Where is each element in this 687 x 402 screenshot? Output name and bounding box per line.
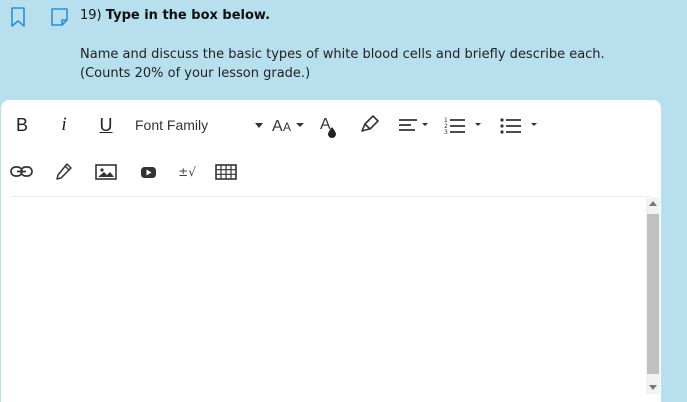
question-prompt: Name and discuss the basic types of whit… (80, 45, 670, 83)
svg-text:A: A (283, 120, 291, 134)
font-size-icon: A A (272, 118, 304, 135)
underline-button[interactable]: U (93, 112, 119, 138)
answer-textarea[interactable] (11, 200, 647, 399)
note-icon[interactable] (50, 6, 70, 28)
toolbar-divider (11, 196, 651, 197)
scrollbar[interactable] (646, 198, 660, 394)
ordered-list-icon: 1 2 3 (444, 117, 481, 136)
svg-text:A: A (272, 118, 283, 135)
align-left-icon (399, 119, 428, 131)
scrollbar-thumb[interactable] (647, 214, 659, 374)
font-size-button[interactable]: A A (271, 112, 307, 138)
bold-button[interactable]: B (9, 112, 35, 138)
insert-image-button[interactable] (93, 160, 119, 184)
unordered-list-button[interactable] (499, 112, 543, 138)
prompt-note: (Counts 20% of your lesson grade.) (80, 66, 311, 81)
highlighter-icon (361, 115, 379, 132)
draw-button[interactable] (51, 160, 77, 184)
pencil-icon (56, 163, 72, 180)
math-equation-button[interactable]: ±√ (173, 160, 201, 184)
scroll-down-icon[interactable] (649, 385, 657, 390)
link-icon (10, 166, 33, 177)
question-title: Type in the box below. (105, 8, 271, 23)
image-icon (95, 164, 117, 180)
font-family-label: Font Family (135, 117, 209, 133)
rich-text-editor: B i U Font Family A A A 1 2 3 ±√ (1, 100, 661, 402)
highlight-color-button[interactable] (359, 112, 381, 138)
svg-text:3: 3 (444, 129, 448, 136)
chevron-down-icon (255, 122, 263, 128)
prompt-line: Name and discuss the basic types of whit… (80, 47, 605, 62)
table-icon (215, 164, 237, 180)
insert-table-button[interactable] (213, 160, 239, 184)
ordered-list-button[interactable]: 1 2 3 (443, 112, 487, 138)
insert-link-button[interactable] (9, 160, 35, 184)
font-color-button[interactable]: A (317, 112, 339, 138)
question-header: 19) Type in the box below. (80, 8, 270, 23)
question-number: 19) (80, 8, 102, 23)
text-color-icon: A (320, 116, 336, 138)
video-icon (141, 167, 156, 178)
bookmark-icon[interactable] (8, 6, 28, 28)
svg-text:A: A (320, 116, 331, 133)
bullet-list-icon (500, 118, 537, 134)
italic-button[interactable]: i (51, 112, 77, 138)
scroll-up-icon[interactable] (649, 201, 657, 206)
insert-video-button[interactable] (135, 160, 161, 184)
font-family-dropdown[interactable]: Font Family (135, 114, 263, 136)
align-button[interactable] (397, 112, 431, 138)
